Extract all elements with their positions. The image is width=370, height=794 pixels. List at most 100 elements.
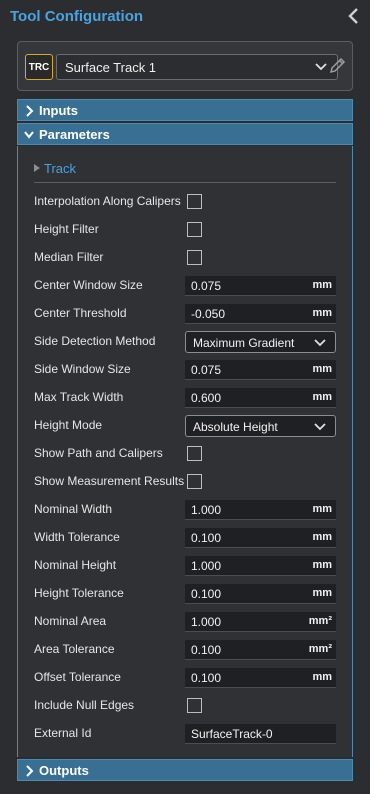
param-label: Show Measurement Results — [34, 474, 185, 488]
param-row-external-id: External Id SurfaceTrack-0 — [34, 724, 336, 744]
input-value: 0.100 — [191, 531, 222, 545]
param-row-nominal-height: Nominal Height 1.000 mm — [34, 556, 336, 576]
center-threshold-input[interactable]: -0.050 mm — [185, 304, 336, 324]
param-row-interpolation-along-calipers: Interpolation Along Calipers — [34, 192, 336, 212]
param-row-area-tolerance: Area Tolerance 0.100 mm² — [34, 640, 336, 660]
max-track-width-input[interactable]: 0.600 mm — [185, 388, 336, 408]
param-label: Max Track Width — [34, 390, 124, 404]
section-inputs[interactable]: Inputs — [17, 99, 353, 121]
nominal-width-input[interactable]: 1.000 mm — [185, 500, 336, 520]
input-value: 1.000 — [191, 559, 222, 573]
input-value: 0.100 — [191, 643, 222, 657]
input-value: 1.000 — [191, 503, 222, 517]
param-label: Height Tolerance — [34, 586, 124, 600]
area-tolerance-input[interactable]: 0.100 mm² — [185, 640, 336, 660]
param-row-include-null-edges: Include Null Edges — [34, 696, 336, 716]
param-row-show-measurement-results: Show Measurement Results — [34, 472, 336, 492]
chevron-down-icon — [315, 63, 327, 71]
param-label: Side Detection Method — [34, 334, 156, 348]
param-label: Side Window Size — [34, 362, 131, 376]
section-parameters-label: Parameters — [39, 127, 110, 142]
unit-label: mm — [312, 587, 332, 599]
nominal-height-input[interactable]: 1.000 mm — [185, 556, 336, 576]
param-row-show-path-and-calipers: Show Path and Calipers — [34, 444, 336, 464]
chevron-left-icon[interactable] — [346, 6, 360, 26]
param-row-side-detection-method: Side Detection Method Maximum Gradient — [34, 331, 336, 353]
section-outputs[interactable]: Outputs — [17, 759, 353, 781]
input-value: 1.000 — [191, 615, 222, 629]
chevron-down-icon — [314, 339, 326, 347]
unit-label: mm — [312, 391, 332, 403]
param-label: Nominal Width — [34, 502, 113, 516]
tool-select[interactable]: Surface Track 1 — [56, 54, 338, 80]
param-row-height-tolerance: Height Tolerance 0.100 mm — [34, 584, 336, 604]
param-row-side-window-size: Side Window Size 0.075 mm — [34, 360, 336, 380]
param-label: Include Null Edges — [34, 698, 135, 712]
tool-type-badge: TRC — [25, 54, 53, 80]
side-window-size-input[interactable]: 0.075 mm — [185, 360, 336, 380]
section-parameters[interactable]: Parameters — [17, 123, 353, 145]
param-row-offset-tolerance: Offset Tolerance 0.100 mm — [34, 668, 336, 688]
unit-label: mm — [312, 671, 332, 683]
panel-header: Tool Configuration — [0, 0, 370, 34]
param-label: External Id — [34, 726, 92, 740]
param-row-center-window-size: Center Window Size 0.075 mm — [34, 276, 336, 296]
chevron-down-icon — [314, 423, 326, 431]
param-row-max-track-width: Max Track Width 0.600 mm — [34, 388, 336, 408]
tool-selector-panel: TRC Surface Track 1 — [17, 41, 353, 91]
unit-label: mm — [312, 363, 332, 375]
param-label: Height Filter — [34, 222, 99, 236]
external-id-input[interactable]: SurfaceTrack-0 — [185, 724, 336, 744]
unit-label: mm — [312, 279, 332, 291]
unit-label: mm — [312, 503, 332, 515]
param-label: Nominal Area — [34, 614, 107, 628]
side-detection-method-select[interactable]: Maximum Gradient — [185, 331, 336, 353]
median-filter-checkbox[interactable] — [187, 250, 202, 265]
height-mode-select[interactable]: Absolute Height — [185, 415, 336, 437]
interpolation-along-calipers-checkbox[interactable] — [187, 194, 202, 209]
param-label: Center Threshold — [34, 306, 127, 320]
triangle-right-icon — [34, 164, 40, 172]
input-value: 0.075 — [191, 363, 222, 377]
include-null-edges-checkbox[interactable] — [187, 698, 202, 713]
show-path-and-calipers-checkbox[interactable] — [187, 446, 202, 461]
unit-label: mm — [312, 559, 332, 571]
param-label: Offset Tolerance — [34, 670, 121, 684]
track-group-label: Track — [44, 161, 77, 176]
chevron-right-icon — [26, 105, 34, 117]
param-row-height-filter: Height Filter — [34, 220, 336, 240]
input-value: 0.100 — [191, 671, 222, 685]
param-row-median-filter: Median Filter — [34, 248, 336, 268]
input-value: 0.100 — [191, 587, 222, 601]
height-filter-checkbox[interactable] — [187, 222, 202, 237]
input-value: -0.050 — [191, 307, 226, 321]
show-measurement-results-checkbox[interactable] — [187, 474, 202, 489]
center-window-size-input[interactable]: 0.075 mm — [185, 276, 336, 296]
param-row-nominal-area: Nominal Area 1.000 mm² — [34, 612, 336, 632]
param-row-center-threshold: Center Threshold -0.050 mm — [34, 304, 336, 324]
input-value: 0.075 — [191, 279, 222, 293]
panel-title: Tool Configuration — [10, 8, 144, 25]
unit-label: mm² — [308, 615, 332, 627]
unit-label: mm² — [308, 643, 332, 655]
height-tolerance-input[interactable]: 0.100 mm — [185, 584, 336, 604]
input-value: SurfaceTrack-0 — [191, 727, 273, 741]
section-outputs-label: Outputs — [39, 763, 89, 778]
param-label: Area Tolerance — [34, 642, 115, 656]
tool-select-value: Surface Track 1 — [65, 60, 157, 75]
pencil-icon[interactable] — [328, 56, 346, 76]
param-label: Interpolation Along Calipers — [34, 194, 181, 208]
select-value: Maximum Gradient — [193, 336, 295, 350]
width-tolerance-input[interactable]: 0.100 mm — [185, 528, 336, 548]
param-row-nominal-width: Nominal Width 1.000 mm — [34, 500, 336, 520]
offset-tolerance-input[interactable]: 0.100 mm — [185, 668, 336, 688]
chevron-right-icon — [26, 765, 34, 777]
param-label: Show Path and Calipers — [34, 446, 163, 460]
param-row-width-tolerance: Width Tolerance 0.100 mm — [34, 528, 336, 548]
param-label: Center Window Size — [34, 278, 143, 292]
nominal-area-input[interactable]: 1.000 mm² — [185, 612, 336, 632]
param-label: Width Tolerance — [34, 530, 120, 544]
chevron-down-icon — [24, 131, 34, 139]
select-value: Absolute Height — [193, 420, 278, 434]
divider — [34, 182, 336, 183]
